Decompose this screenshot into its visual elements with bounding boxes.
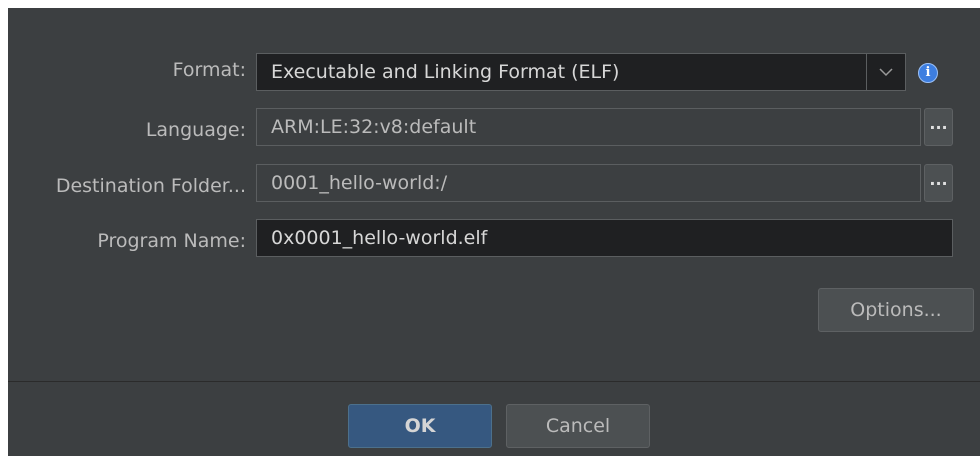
info-icon[interactable]: i — [918, 63, 938, 83]
destination-folder-value: 0001_hello-world:/ — [271, 172, 448, 194]
language-field[interactable]: ARM:LE:32:v8:default — [256, 108, 921, 146]
destination-browse-button[interactable]: ... — [924, 164, 953, 202]
program-name-value: 0x0001_hello-world.elf — [271, 227, 488, 249]
options-button[interactable]: Options... — [818, 288, 974, 332]
program-name-input[interactable]: 0x0001_hello-world.elf — [256, 219, 953, 257]
language-label: Language: — [145, 119, 246, 141]
destination-folder-field[interactable]: 0001_hello-world:/ — [256, 164, 921, 202]
ok-button[interactable]: OK — [348, 404, 492, 448]
separator — [8, 381, 980, 382]
format-select-value: Executable and Linking Format (ELF) — [271, 61, 620, 83]
language-browse-button[interactable]: ... — [924, 108, 953, 146]
language-value: ARM:LE:32:v8:default — [271, 116, 477, 138]
import-dialog: Format: Executable and Linking Format (E… — [8, 8, 980, 456]
destination-folder-label: Destination Folder... — [55, 175, 246, 197]
cancel-button[interactable]: Cancel — [506, 404, 650, 448]
format-label: Format: — [172, 59, 246, 81]
program-name-label: Program Name: — [97, 230, 246, 252]
format-select[interactable]: Executable and Linking Format (ELF) — [256, 53, 906, 91]
info-icon-glyph: i — [925, 65, 931, 80]
chevron-down-icon[interactable] — [866, 54, 905, 90]
